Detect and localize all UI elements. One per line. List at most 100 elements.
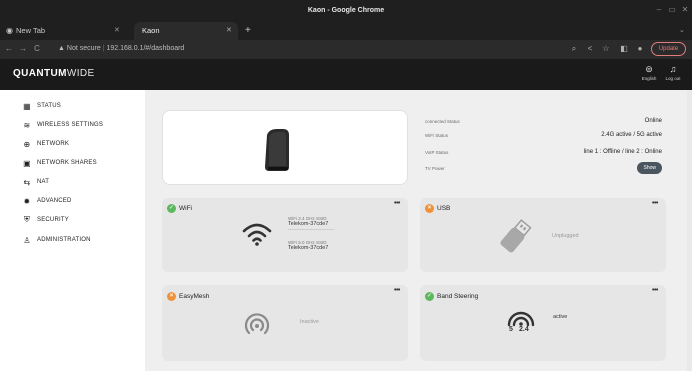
usb-card: × USB ••• Unplugged xyxy=(420,198,666,272)
tab-label: Kaon xyxy=(142,26,160,35)
minimize-icon[interactable]: – xyxy=(653,5,665,15)
warning-icon: × xyxy=(425,204,434,213)
easymesh-status: Inactive xyxy=(300,319,319,325)
tab-search-icon[interactable]: ⌄ xyxy=(679,22,685,40)
language-icon: ⊜ xyxy=(645,64,653,74)
window-title: Kaon - Google Chrome xyxy=(307,7,385,14)
usb-card-menu-icon[interactable]: ••• xyxy=(652,200,658,207)
easymesh-card-menu-icon[interactable]: ••• xyxy=(394,287,400,294)
sidebar-item-wireless-settings[interactable]: ≋ WIRELESS SETTINGS xyxy=(22,119,103,131)
wifi-5-ssid: Telekom-37cde7 xyxy=(288,245,329,251)
logo-light: WIDE xyxy=(66,68,95,79)
card-title-text: Band Steering xyxy=(437,293,479,300)
share-icon[interactable]: < xyxy=(584,42,596,56)
usb-status: Unplugged xyxy=(552,233,579,239)
sidebar-item-label: ADVANCED xyxy=(37,198,72,204)
status-value: 2.4G active / 5G active xyxy=(601,132,662,138)
update-button[interactable]: Update xyxy=(651,42,686,56)
device-card xyxy=(162,110,408,185)
usb-card-title: × USB xyxy=(425,204,450,213)
side-panel-icon[interactable]: ◧ xyxy=(618,42,630,56)
forward-icon[interactable]: → xyxy=(17,42,29,56)
status-label: VoIP Status xyxy=(425,149,449,155)
status-row-tv-power: TV Power Show xyxy=(425,161,662,175)
close-window-icon[interactable]: ✕ xyxy=(679,5,691,15)
sidebar-item-label: NETWORK xyxy=(37,141,70,147)
wifi-icon: ≋ xyxy=(23,120,31,130)
nat-icon: ⇆ xyxy=(23,177,31,187)
easymesh-card-title: × EasyMesh xyxy=(167,292,209,301)
check-icon: ✓ xyxy=(167,204,176,213)
tab-kaon[interactable]: Kaon ✕ xyxy=(134,22,238,40)
url-field[interactable]: ▲ Not secure | 192.168.0.1/#/dashboard xyxy=(58,42,618,56)
check-icon: ✓ xyxy=(425,292,434,301)
tv-power-show-button[interactable]: Show xyxy=(637,162,662,174)
status-row-connected: connected Status Online xyxy=(425,114,662,128)
sidebar-item-network[interactable]: ⊕ NETWORK xyxy=(22,138,69,150)
shield-icon: ⛨ xyxy=(23,215,31,224)
tab-new-tab[interactable]: ◉ New Tab ✕ xyxy=(0,22,134,40)
usb-drive-icon xyxy=(500,219,532,253)
scrollbar[interactable] xyxy=(687,90,692,371)
status-value: Online xyxy=(644,118,662,124)
easymesh-card: × EasyMesh ••• Inactive xyxy=(162,285,408,361)
status-label: TV Power xyxy=(425,165,445,171)
app-header xyxy=(0,59,692,90)
status-value: line 1 : Offline / line 2 : Online xyxy=(583,149,662,155)
profile-icon[interactable]: ● xyxy=(634,42,646,56)
card-title-text: EasyMesh xyxy=(179,293,210,300)
wifi-card-title: ✓ WiFi xyxy=(167,204,192,213)
divider xyxy=(288,229,334,230)
logo-bold: QUANTUM xyxy=(13,68,67,79)
tab-label: New Tab xyxy=(16,26,46,35)
security-label: Not secure xyxy=(66,45,101,52)
back-icon[interactable]: ← xyxy=(3,42,15,56)
warning-icon: ▲ xyxy=(58,45,65,52)
sidebar-item-network-shares[interactable]: ▣ NETWORK SHARES xyxy=(22,157,97,169)
sidebar-item-security[interactable]: ⛨ SECURITY xyxy=(22,214,69,226)
language-button[interactable]: ⊜ English xyxy=(636,63,662,83)
maximize-icon[interactable]: ▭ xyxy=(666,5,678,15)
band-steering-status: active xyxy=(553,314,568,320)
sidebar-item-label: SECURITY xyxy=(37,217,69,223)
status-label: WiFi Status xyxy=(425,132,449,138)
router-device-icon xyxy=(265,129,289,171)
warning-icon: × xyxy=(167,292,176,301)
card-title-text: WiFi xyxy=(179,205,192,212)
star-icon[interactable]: ☆ xyxy=(600,42,612,56)
sidebar-item-status[interactable]: ▦ STATUS xyxy=(22,100,61,112)
wifi-24-ssid: Telekom-37cde7 xyxy=(288,221,329,227)
new-tab-icon[interactable]: + xyxy=(245,22,251,40)
band-steering-icon xyxy=(507,311,535,327)
sidebar-item-label: ADMINISTRATION xyxy=(37,237,91,243)
sidebar xyxy=(0,90,145,371)
sidebar-item-nat[interactable]: ⇆ NAT xyxy=(22,176,49,188)
logout-label: Log out xyxy=(665,76,681,81)
sidebar-item-administration[interactable]: ♙ ADMINISTRATION xyxy=(22,234,91,246)
language-label: English xyxy=(641,76,657,81)
wifi-card: ✓ WiFi ••• WiFi 2.4 GHz SSID Telekom-37cd… xyxy=(162,198,408,272)
sidebar-item-label: STATUS xyxy=(37,103,61,109)
url-text: 192.168.0.1/#/dashboard xyxy=(106,45,185,52)
band-24-label: 2.4 xyxy=(519,326,529,333)
globe-icon: ⊕ xyxy=(23,139,31,149)
status-icon: ▦ xyxy=(23,101,31,111)
status-row-wifi: WiFi Status 2.4G active / 5G active xyxy=(425,128,662,142)
zoom-icon[interactable]: ⌕ xyxy=(568,42,580,56)
card-title-text: USB xyxy=(437,205,451,212)
gear-icon: ✹ xyxy=(23,196,31,206)
band-steering-card-menu-icon[interactable]: ••• xyxy=(652,287,658,294)
logout-button[interactable]: ♫ Log out xyxy=(660,63,686,83)
band-5-label: 5 xyxy=(509,326,513,333)
mesh-icon xyxy=(244,313,270,335)
share-icon: ▣ xyxy=(23,158,31,168)
close-tab-icon[interactable]: ✕ xyxy=(114,22,120,40)
reload-icon[interactable]: C xyxy=(31,42,43,56)
status-label: connected Status xyxy=(425,118,460,124)
close-tab-icon[interactable]: ✕ xyxy=(226,22,232,40)
admin-icon: ♙ xyxy=(23,235,31,245)
logo: QUANTUMWIDE xyxy=(13,68,95,80)
sidebar-item-advanced[interactable]: ✹ ADVANCED xyxy=(22,195,72,207)
wifi-card-menu-icon[interactable]: ••• xyxy=(394,200,400,207)
sidebar-item-label: NAT xyxy=(37,179,50,185)
